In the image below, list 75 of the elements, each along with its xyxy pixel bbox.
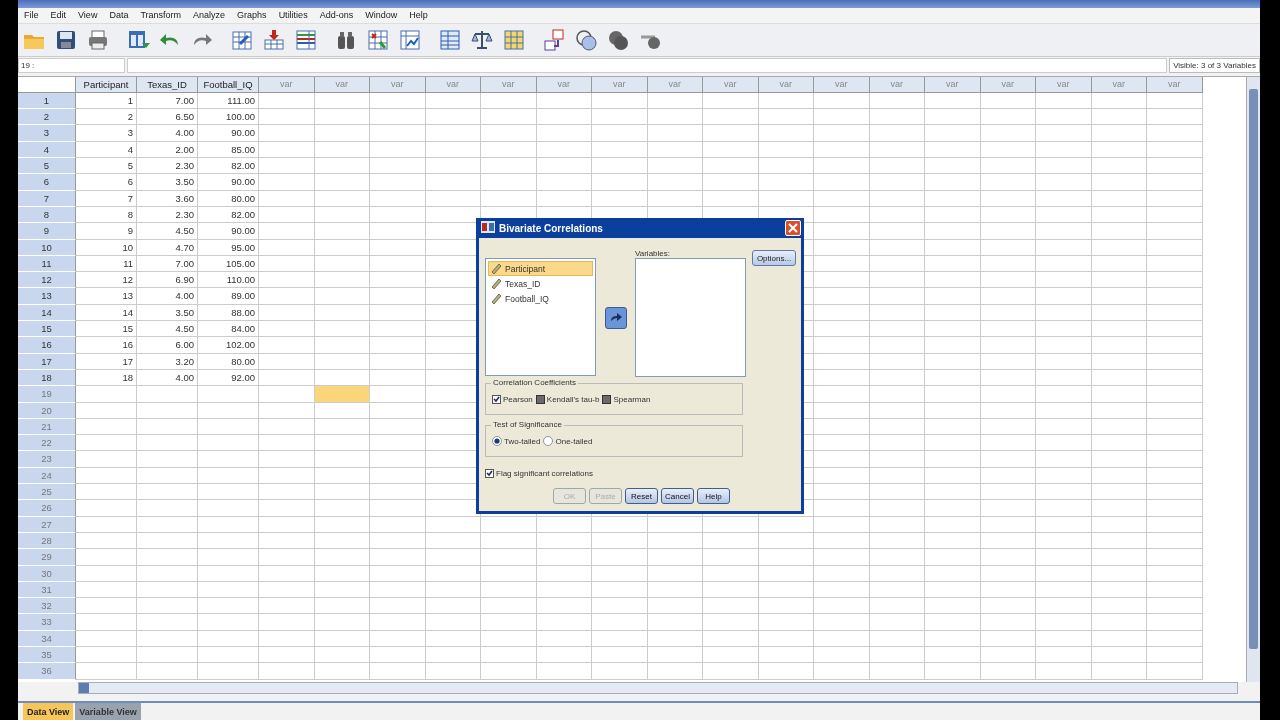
menu-item[interactable]: Add-ons bbox=[315, 10, 362, 21]
row-header[interactable]: 16 bbox=[18, 337, 76, 354]
table-cell[interactable]: 102.00 bbox=[198, 337, 259, 354]
table-cell[interactable]: 4.50 bbox=[137, 321, 198, 338]
view-tab[interactable]: Data View bbox=[23, 703, 74, 720]
table-cell[interactable]: 13 bbox=[76, 288, 137, 305]
table-cell[interactable]: 3 bbox=[76, 125, 137, 142]
menu-item[interactable]: Data bbox=[105, 10, 137, 21]
list-item[interactable]: Football_IQ bbox=[488, 291, 593, 306]
row-header[interactable]: 15 bbox=[18, 321, 76, 338]
checkbox-label: Flag significant correlations bbox=[496, 468, 593, 478]
dialog-button[interactable]: Help bbox=[697, 488, 730, 504]
list-item[interactable]: Participant bbox=[488, 261, 593, 276]
dialog-title: Bivariate Correlations bbox=[499, 222, 604, 234]
column-header[interactable]: Texas_ID bbox=[137, 76, 198, 93]
menu-item[interactable]: Edit bbox=[46, 10, 75, 21]
table-cell[interactable]: 6.90 bbox=[137, 272, 198, 289]
menu-item[interactable]: Help bbox=[405, 10, 436, 21]
field-label: Variables: bbox=[635, 250, 671, 258]
table-cell[interactable]: 15 bbox=[76, 321, 137, 338]
table-cell[interactable]: 90.00 bbox=[198, 174, 259, 191]
dialog-button[interactable]: Reset bbox=[625, 488, 658, 504]
table-cell[interactable]: 12 bbox=[76, 272, 137, 289]
table-cell[interactable]: 3.50 bbox=[137, 174, 198, 191]
options-button[interactable]: Options... bbox=[752, 250, 796, 266]
list-item-label: Texas_ID bbox=[505, 278, 541, 289]
list-item-label: Football_IQ bbox=[505, 293, 549, 304]
row-header[interactable]: 13 bbox=[18, 288, 76, 305]
table-cell[interactable]: 9 bbox=[76, 223, 137, 240]
table-cell[interactable]: 89.00 bbox=[198, 288, 259, 305]
group-title: Correlation Coefficients bbox=[491, 378, 578, 387]
row-header[interactable]: 6 bbox=[18, 174, 76, 191]
menu-item[interactable]: Graphs bbox=[233, 10, 275, 21]
menu-item[interactable]: File bbox=[20, 10, 47, 21]
row-header[interactable]: 9 bbox=[18, 223, 76, 240]
row-header[interactable]: 3 bbox=[18, 125, 76, 142]
source-variable-list[interactable]: Participant Texas_ID Football_IQ bbox=[485, 258, 596, 376]
table-cell[interactable]: 6.50 bbox=[137, 109, 198, 126]
checkbox-label: Spearman bbox=[613, 394, 651, 404]
column-header[interactable]: Participant bbox=[76, 76, 137, 93]
cell-reference: 19 : bbox=[18, 57, 125, 73]
checkbox-label: Pearson bbox=[503, 394, 533, 404]
table-cell[interactable]: 90.00 bbox=[198, 223, 259, 240]
menu-item[interactable]: Utilities bbox=[274, 10, 316, 21]
table-cell[interactable]: 5 bbox=[76, 158, 137, 175]
table-cell[interactable]: 110.00 bbox=[198, 272, 259, 289]
menu-item[interactable]: View bbox=[74, 10, 106, 21]
row-header[interactable]: 5 bbox=[18, 158, 76, 175]
table-cell[interactable]: 6 bbox=[76, 174, 137, 191]
table-cell[interactable]: 6.00 bbox=[137, 337, 198, 354]
column-header[interactable]: Football_IQ bbox=[198, 76, 259, 93]
checkbox-label: Kendall's tau-b bbox=[546, 394, 600, 404]
radio-label: Two-tailed bbox=[504, 436, 541, 446]
table-cell[interactable]: 90.00 bbox=[198, 125, 259, 142]
row-header[interactable]: 2 bbox=[18, 109, 76, 126]
group-title: Test of Significance bbox=[491, 420, 564, 429]
row-header[interactable]: 12 bbox=[18, 272, 76, 289]
table-cell[interactable]: 4.50 bbox=[137, 223, 198, 240]
table-cell[interactable]: 2 bbox=[76, 109, 137, 126]
menu-item[interactable]: Analyze bbox=[189, 10, 234, 21]
table-cell[interactable]: 4.00 bbox=[137, 288, 198, 305]
table-cell[interactable]: 84.00 bbox=[198, 321, 259, 338]
table-cell[interactable]: 82.00 bbox=[198, 158, 259, 175]
menu-item[interactable]: Transform bbox=[136, 10, 190, 21]
dialog-button[interactable]: Cancel bbox=[661, 488, 694, 504]
radio-label: One-tailed bbox=[555, 436, 593, 446]
list-item-label: Participant bbox=[505, 263, 546, 274]
table-cell[interactable]: 16 bbox=[76, 337, 137, 354]
visible-variables-info: Visible: 3 of 3 Variables bbox=[1169, 57, 1260, 73]
menu-item[interactable]: Window bbox=[361, 10, 406, 21]
table-cell[interactable]: 2.30 bbox=[137, 158, 198, 175]
list-item[interactable]: Texas_ID bbox=[488, 276, 593, 291]
table-cell[interactable]: 100.00 bbox=[198, 109, 259, 126]
view-tab[interactable]: Variable View bbox=[75, 703, 141, 720]
table-cell[interactable]: 4.00 bbox=[137, 125, 198, 142]
